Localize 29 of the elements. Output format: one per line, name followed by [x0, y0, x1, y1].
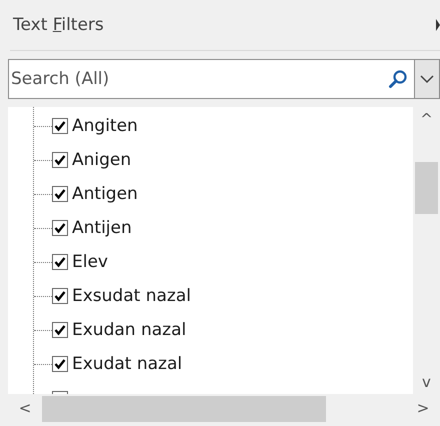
item-label[interactable]: Exudat nazal — [72, 354, 182, 374]
scrollbar-thumb[interactable] — [415, 162, 438, 214]
checkbox[interactable] — [52, 152, 68, 168]
checkbox[interactable] — [52, 322, 68, 338]
scroll-down-button[interactable]: v — [413, 370, 440, 394]
item-label[interactable]: Exsudat nazal — [72, 286, 191, 306]
item-label[interactable]: Antigen — [72, 184, 138, 204]
checkbox[interactable] — [52, 288, 68, 304]
search-icon[interactable] — [388, 69, 408, 89]
chevron-down-icon — [420, 74, 434, 84]
scroll-right-button[interactable]: > — [406, 399, 440, 417]
submenu-arrow-icon — [436, 19, 440, 31]
checkbox[interactable] — [52, 186, 68, 202]
scroll-left-button[interactable]: < — [8, 399, 42, 417]
item-label[interactable]: Antijen — [72, 218, 132, 238]
dropdown-button[interactable] — [415, 59, 440, 99]
search-field[interactable]: Search (All) — [8, 59, 415, 99]
scrollbar-thumb[interactable] — [42, 396, 326, 422]
checkbox[interactable] — [52, 356, 68, 372]
text-filters-menu-item[interactable]: Text Filters — [0, 0, 163, 50]
checkbox[interactable] — [52, 220, 68, 236]
item-label[interactable]: Elev — [72, 252, 108, 272]
item-label[interactable]: Angiten — [72, 116, 138, 136]
item-label[interactable]: Anigen — [72, 150, 132, 170]
search-input[interactable]: Search (All) — [9, 69, 388, 89]
checkbox[interactable] — [52, 118, 68, 134]
item-label[interactable]: Exudan nazal — [72, 320, 186, 340]
checkbox[interactable] — [52, 254, 68, 270]
scroll-up-button[interactable]: ^ — [413, 107, 440, 131]
